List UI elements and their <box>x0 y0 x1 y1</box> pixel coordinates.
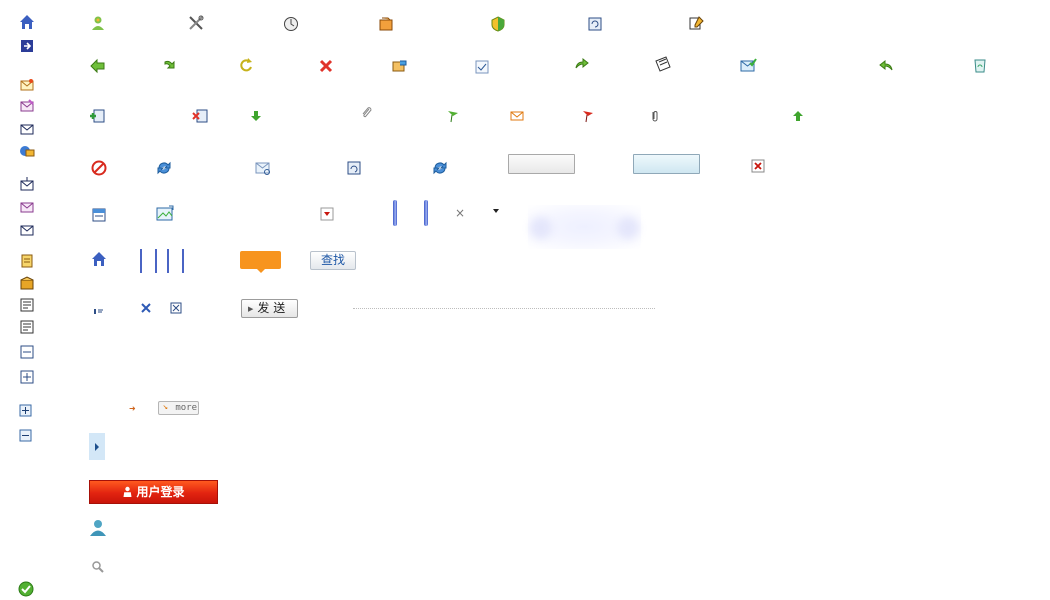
mail-down-icon[interactable] <box>18 176 36 194</box>
bracket-line-2 <box>155 249 157 273</box>
forward-arrow-icon[interactable] <box>573 55 591 73</box>
user-avatar-icon[interactable] <box>89 519 107 537</box>
remove-contact-icon[interactable] <box>191 107 209 125</box>
bracket-line-1 <box>140 249 142 273</box>
down-arrow-icon[interactable] <box>249 109 267 127</box>
mail-card-icon[interactable] <box>18 120 36 138</box>
ok-icon[interactable] <box>17 580 35 598</box>
picture-icon[interactable] <box>156 204 174 222</box>
write-icon[interactable] <box>654 55 672 73</box>
flag-green-icon[interactable] <box>446 109 464 127</box>
small-arrow-icon: ➜ <box>129 404 136 413</box>
recycle-icon[interactable] <box>971 56 989 74</box>
collapse-icon[interactable] <box>18 343 36 361</box>
bracket-line-3 <box>167 249 169 273</box>
up-arrow-icon[interactable] <box>791 109 809 127</box>
package-icon[interactable] <box>18 274 36 292</box>
check-doc-icon[interactable] <box>473 58 491 76</box>
notes-icon[interactable] <box>18 252 36 270</box>
orange-tooltip <box>240 251 281 273</box>
zoom-in-icon[interactable] <box>19 404 37 422</box>
dropdown-icon[interactable] <box>320 207 338 225</box>
home-icon[interactable] <box>18 13 36 31</box>
logout-icon[interactable] <box>18 37 36 55</box>
x-blue-icon[interactable] <box>139 301 157 319</box>
add-contact-icon[interactable] <box>88 107 106 125</box>
tools-icon[interactable] <box>187 14 205 32</box>
search-icon[interactable] <box>91 560 109 578</box>
sort-icon[interactable] <box>493 209 499 213</box>
user-login-label: 用户登录 <box>136 485 185 499</box>
send-button[interactable]: ▶ 发 送 <box>241 299 298 318</box>
user-login-icon <box>122 482 133 497</box>
flag-red-icon[interactable] <box>581 109 599 127</box>
doc-refresh-icon[interactable] <box>345 159 363 177</box>
x-box-icon[interactable] <box>169 301 187 319</box>
sync-icon[interactable] <box>155 159 173 177</box>
folder-move-icon[interactable] <box>391 56 409 74</box>
doc-lines-icon[interactable] <box>18 318 36 336</box>
bracket-line-4 <box>182 249 184 273</box>
contacts-icon[interactable] <box>18 142 36 160</box>
blue-button[interactable] <box>633 154 700 174</box>
paperclip-icon[interactable] <box>360 105 378 123</box>
mail-check-icon[interactable] <box>739 56 757 74</box>
mail-open-icon[interactable] <box>18 76 36 94</box>
search-button[interactable]: 查找 <box>310 251 356 270</box>
delete-icon[interactable] <box>317 57 335 75</box>
mail-attach-icon[interactable] <box>18 198 36 216</box>
shield-icon[interactable] <box>489 15 507 33</box>
more-label: more <box>175 403 197 413</box>
sort-order-icon[interactable] <box>92 305 110 323</box>
stop-icon[interactable] <box>90 159 108 177</box>
doc-icon[interactable] <box>18 296 36 314</box>
slider-left <box>393 200 397 226</box>
mail-edit-icon[interactable] <box>18 97 36 115</box>
edit-note-icon[interactable] <box>687 14 705 32</box>
home-small-icon[interactable] <box>90 250 108 268</box>
small-close-icon[interactable]: × <box>455 207 465 219</box>
grey-button[interactable] <box>508 154 575 174</box>
reply-icon[interactable] <box>877 57 895 75</box>
refresh-doc-icon[interactable] <box>586 15 604 33</box>
calendar-icon[interactable] <box>90 206 108 224</box>
expand-icon[interactable] <box>18 368 36 386</box>
dotted-divider <box>353 308 655 309</box>
slider-right <box>424 200 428 226</box>
blurred-panel <box>528 205 641 249</box>
sync-small-icon[interactable] <box>431 159 449 177</box>
more-arrow-icon: ↘ <box>162 402 168 412</box>
send-arrow-icon: ▶ <box>248 305 254 313</box>
mail-search-icon[interactable] <box>254 159 272 177</box>
mail-box-icon[interactable] <box>18 221 36 239</box>
more-button[interactable]: ↘ more <box>158 401 199 415</box>
envelope-icon[interactable] <box>510 109 528 127</box>
expand-panel-tab[interactable] <box>89 433 105 460</box>
attach-icon[interactable] <box>648 109 666 127</box>
send-label: 发 送 <box>257 301 286 315</box>
clock-icon[interactable] <box>282 15 300 33</box>
zoom-out-icon[interactable] <box>19 429 37 447</box>
back-icon[interactable] <box>89 57 107 75</box>
folder-arrow-icon[interactable] <box>377 15 395 33</box>
user-login-button[interactable]: 用户登录 <box>89 480 218 504</box>
close-red-icon[interactable] <box>751 159 769 177</box>
forward-icon[interactable] <box>161 57 179 75</box>
redo-icon[interactable] <box>237 56 255 74</box>
user-icon[interactable] <box>89 14 107 32</box>
